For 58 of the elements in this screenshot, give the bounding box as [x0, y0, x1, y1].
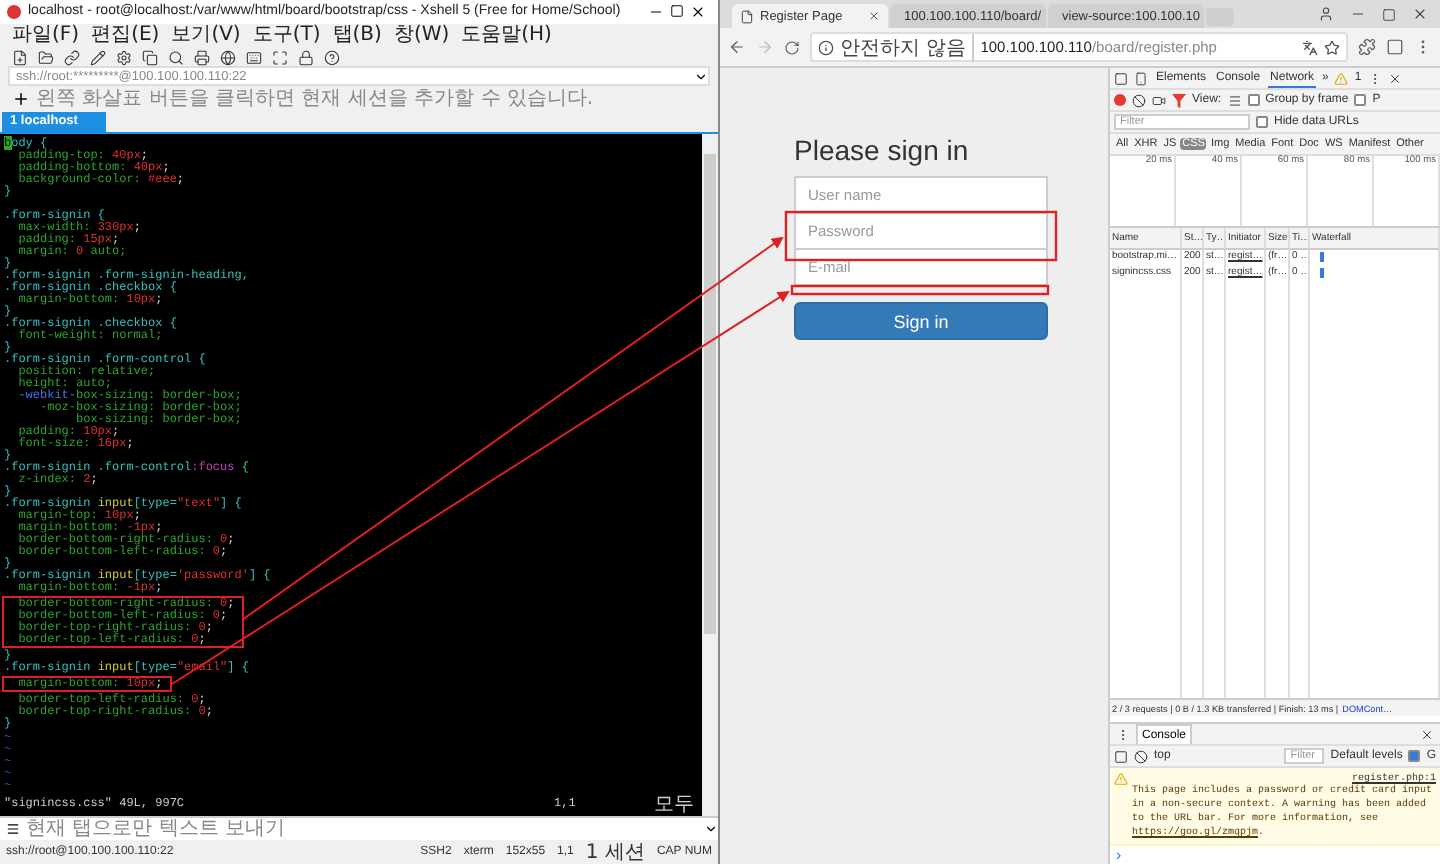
info-icon[interactable] — [818, 39, 834, 55]
menu-item[interactable]: 창(W) — [393, 23, 450, 48]
close-icon[interactable] — [868, 10, 880, 22]
dropdown-icon[interactable] — [694, 69, 708, 84]
keyboard-icon[interactable] — [246, 49, 262, 66]
checkbox[interactable] — [1256, 116, 1268, 128]
maximize-icon[interactable] — [670, 4, 684, 19]
menu-item[interactable]: 도구(T) — [252, 23, 321, 48]
link-icon[interactable] — [64, 49, 80, 66]
reload-icon[interactable] — [784, 39, 800, 55]
status-item: 1 세션 — [585, 839, 645, 864]
device-icon[interactable] — [1134, 71, 1148, 85]
clear-icon[interactable] — [1132, 93, 1146, 107]
menu-icon[interactable] — [6, 821, 20, 836]
globe-icon[interactable] — [220, 49, 236, 66]
star-icon[interactable] — [1324, 39, 1340, 55]
maximize-icon[interactable] — [1382, 7, 1396, 21]
app-logo-icon — [6, 3, 22, 20]
dropdown-icon[interactable] — [704, 821, 718, 836]
console-prompt[interactable]: › — [1116, 846, 1122, 864]
page-icon[interactable] — [740, 9, 754, 23]
warning-icon — [1334, 71, 1349, 85]
folder-icon[interactable] — [38, 49, 54, 66]
fullscreen-icon[interactable] — [272, 49, 288, 66]
printer-icon[interactable] — [194, 49, 210, 66]
menu-item[interactable]: 편집(E) — [91, 23, 160, 48]
profile-icon[interactable] — [1318, 6, 1334, 22]
checkbox[interactable] — [1354, 94, 1367, 106]
warning-icon — [1114, 772, 1128, 786]
form-heading: Please sign in — [794, 134, 971, 170]
translate-icon[interactable] — [1302, 39, 1318, 55]
menu-item[interactable]: 탭(B) — [332, 23, 382, 48]
checkbox[interactable] — [1408, 750, 1421, 762]
pencil-icon[interactable] — [90, 49, 106, 66]
info-text: 왼쪽 화살표 버튼을 클릭하면 현재 세션을 추가할 수 있습니다. — [36, 86, 594, 113]
sign-in-button[interactable]: Sign in — [794, 302, 1048, 340]
lock-icon[interactable] — [298, 49, 314, 66]
back-icon[interactable] — [728, 38, 746, 56]
checkbox[interactable] — [1247, 94, 1260, 106]
close-icon[interactable] — [690, 3, 706, 20]
close-icon[interactable] — [1387, 71, 1402, 85]
search-icon[interactable] — [168, 49, 184, 66]
settings-icon[interactable] — [116, 49, 132, 66]
close-icon[interactable] — [1420, 727, 1434, 741]
help-icon[interactable] — [324, 49, 340, 66]
scrollbar[interactable] — [702, 133, 718, 816]
record-icon[interactable] — [1114, 94, 1126, 106]
new-file-icon[interactable] — [12, 49, 28, 66]
camera-icon[interactable] — [1152, 93, 1166, 107]
close-icon[interactable] — [1412, 6, 1428, 22]
list-view-icon[interactable] — [1227, 93, 1242, 107]
menu-item[interactable]: 보기(V) — [171, 23, 241, 48]
menu-item[interactable]: 파일(F) — [12, 23, 80, 48]
clear-icon[interactable] — [1134, 749, 1148, 763]
copy-icon[interactable] — [142, 49, 158, 66]
menu-item[interactable]: 도움말(H) — [461, 23, 552, 48]
scroll-position: 모두 — [654, 791, 694, 818]
add-icon[interactable] — [12, 89, 30, 108]
